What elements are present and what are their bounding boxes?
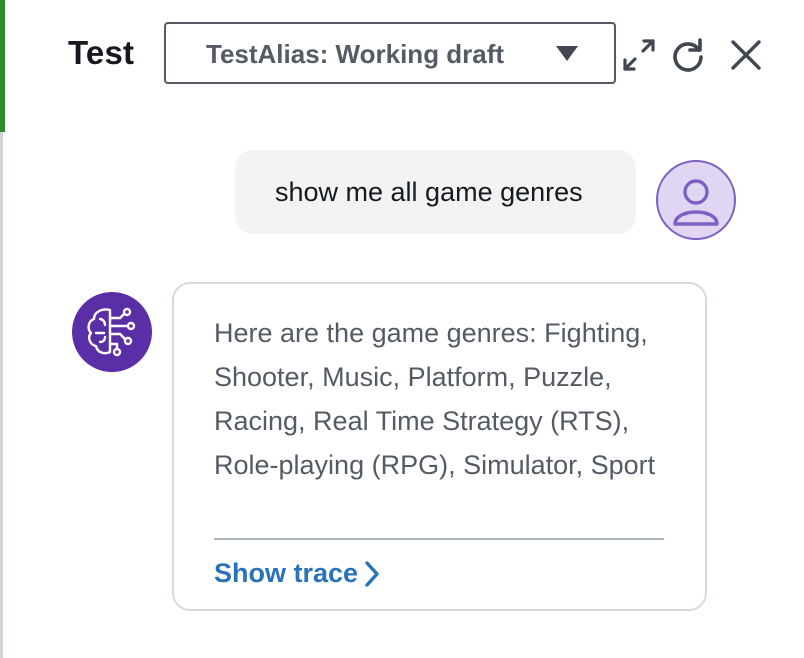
panel-header: Test TestAlias: Working draft [0, 0, 804, 110]
close-button[interactable] [727, 36, 765, 74]
trace-divider [214, 538, 664, 540]
expand-icon [623, 39, 655, 71]
close-icon [731, 40, 761, 70]
bot-avatar [72, 292, 152, 372]
alias-select-value: TestAlias: Working draft [206, 39, 505, 69]
panel-title: Test [68, 34, 135, 71]
expand-button[interactable] [620, 36, 658, 74]
user-message-bubble: show me all game genres [235, 150, 636, 234]
user-avatar [656, 160, 736, 240]
user-message-text: show me all game genres [275, 177, 583, 207]
user-icon [673, 179, 719, 226]
ai-brain-icon [87, 307, 136, 357]
chevron-right-icon [362, 559, 382, 589]
refresh-icon [673, 38, 703, 72]
show-trace-label: Show trace [214, 558, 359, 588]
bot-message-bubble: Here are the game genres: Fighting, Shoo… [172, 282, 707, 611]
caret-down-icon [556, 46, 578, 61]
show-trace-link[interactable]: Show trace [214, 558, 382, 589]
bot-message-text: Here are the game genres: Fighting, Shoo… [214, 318, 656, 480]
alias-select[interactable]: TestAlias: Working draft [164, 22, 616, 84]
test-panel: Test TestAlias: Working draft show me al… [0, 0, 804, 658]
refresh-button[interactable] [669, 36, 707, 74]
